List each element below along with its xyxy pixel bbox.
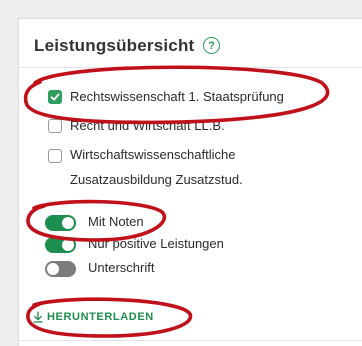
question-circle-icon[interactable]: ? bbox=[203, 37, 220, 54]
checkmark-icon bbox=[50, 93, 60, 101]
bottom-divider bbox=[18, 340, 362, 341]
toggle-label-unterschrift: Unterschrift bbox=[88, 260, 155, 275]
download-arrow-icon bbox=[33, 311, 43, 323]
checkbox-label-rechtswissenschaft: Rechtswissenschaft 1. Staatsprüfung bbox=[70, 89, 284, 104]
toggle-mit-noten[interactable] bbox=[45, 215, 76, 231]
title-divider bbox=[18, 67, 362, 68]
download-button[interactable]: HERUNTERLADEN bbox=[33, 311, 154, 323]
checkbox-rechtswissenschaft[interactable] bbox=[48, 90, 62, 104]
toggle-unterschrift[interactable] bbox=[45, 261, 76, 277]
checkbox-label-wirtschaftswissenschaftliche: Wirtschaftswissenschaftliche bbox=[70, 147, 236, 162]
toggle-knob bbox=[62, 239, 74, 251]
toggle-knob bbox=[62, 217, 74, 229]
checkbox-recht-und-wirtschaft[interactable] bbox=[48, 119, 62, 133]
toggle-label-mit-noten: Mit Noten bbox=[88, 214, 144, 229]
checkbox-label-wirtschaftswissenschaftliche-line2: Zusatzausbildung Zusatzstud. bbox=[70, 172, 243, 187]
toggle-nur-positive-leistungen[interactable] bbox=[45, 237, 76, 253]
panel-title: Leistungsübersicht bbox=[34, 36, 195, 55]
toggle-knob bbox=[47, 263, 59, 275]
checkbox-wirtschaftswissenschaftliche[interactable] bbox=[48, 149, 62, 163]
toggle-label-nur-positive-leistungen: Nur positive Leistungen bbox=[88, 236, 224, 251]
download-label: HERUNTERLADEN bbox=[47, 311, 154, 323]
checkbox-label-recht-und-wirtschaft: Recht und Wirtschaft LL.B. bbox=[70, 118, 225, 133]
